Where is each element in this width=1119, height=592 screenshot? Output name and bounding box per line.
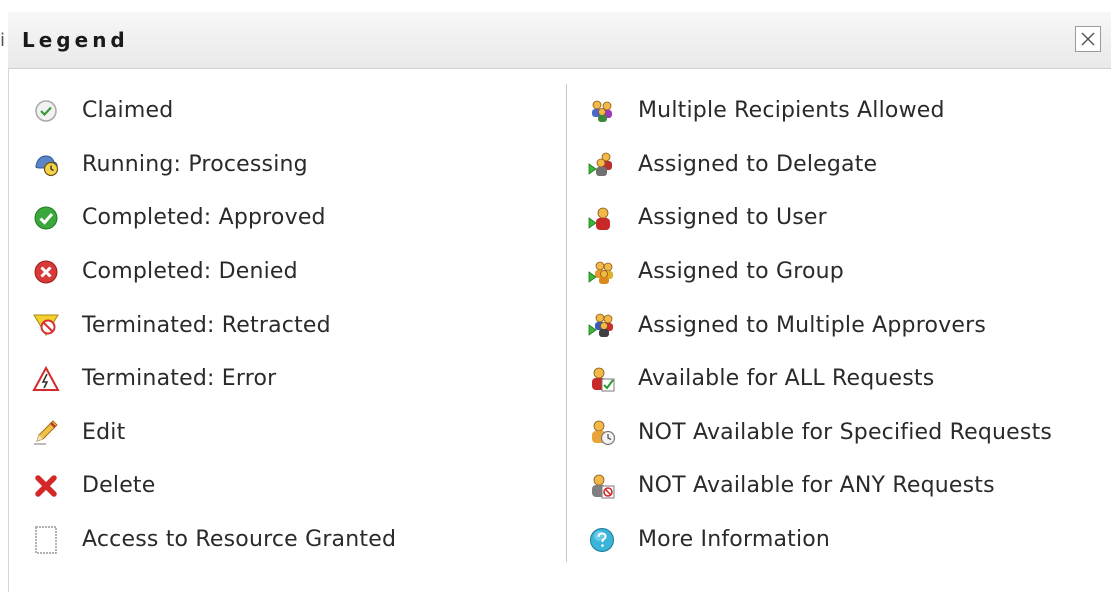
legend-label: NOT Available for ANY Requests (638, 473, 995, 499)
legend-item-delete: Delete (32, 459, 396, 513)
legend-label: NOT Available for Specified Requests (638, 419, 1053, 445)
legend-label: Edit (82, 419, 126, 445)
legend-item-completed-approved: Completed: Approved (32, 191, 396, 245)
legend-label: More Information (638, 527, 831, 553)
legend-label: Available for ALL Requests (638, 366, 935, 392)
legend-label: Terminated: Retracted (82, 312, 331, 338)
legend-right-column: Multiple Recipients Allowed Assigned to … (588, 84, 1052, 566)
assigned-user-icon (588, 204, 616, 232)
legend-item-terminated-retracted: Terminated: Retracted (32, 298, 396, 352)
legend-item-claimed: Claimed (32, 84, 396, 138)
legend-label: Terminated: Error (82, 366, 277, 392)
legend-item-edit: Edit (32, 406, 396, 460)
available-all-icon (588, 365, 616, 393)
close-icon (1081, 32, 1095, 46)
multiple-recipients-icon (588, 97, 616, 125)
not-available-specified-icon (588, 418, 616, 446)
denied-icon (32, 258, 60, 286)
legend-dialog: i Legend Claimed Running: Processing Com… (0, 0, 1119, 592)
dialog-left-border (8, 68, 9, 592)
retracted-icon (32, 311, 60, 339)
legend-item-multiple-recipients: Multiple Recipients Allowed (588, 84, 1052, 138)
legend-label: Delete (82, 473, 156, 499)
access-granted-icon (32, 525, 60, 554)
legend-label: Completed: Approved (82, 205, 326, 231)
legend-item-completed-denied: Completed: Denied (32, 245, 396, 299)
legend-label: Multiple Recipients Allowed (638, 98, 945, 124)
legend-item-running-processing: Running: Processing (32, 138, 396, 192)
delete-icon (32, 472, 60, 500)
legend-label: Assigned to Delegate (638, 151, 878, 177)
legend-label: Completed: Denied (82, 259, 298, 285)
legend-label: Assigned to User (638, 205, 827, 231)
legend-label: Claimed (82, 98, 174, 124)
edit-icon (32, 418, 60, 446)
column-divider (566, 84, 567, 562)
legend-item-more-information: More Information (588, 513, 1052, 567)
error-icon (32, 365, 60, 393)
not-available-any-icon (588, 472, 616, 500)
assigned-multiple-approvers-icon (588, 311, 616, 339)
legend-left-column: Claimed Running: Processing Completed: A… (32, 84, 396, 566)
dialog-header: Legend (8, 12, 1111, 69)
legend-item-available-all: Available for ALL Requests (588, 352, 1052, 406)
running-processing-icon (32, 150, 60, 178)
legend-item-assigned-group: Assigned to Group (588, 245, 1052, 299)
legend-item-not-available-specified: NOT Available for Specified Requests (588, 406, 1052, 460)
dialog-title: Legend (22, 28, 129, 52)
claimed-icon (32, 97, 60, 125)
legend-item-assigned-delegate: Assigned to Delegate (588, 138, 1052, 192)
assigned-delegate-icon (588, 150, 616, 178)
legend-item-terminated-error: Terminated: Error (32, 352, 396, 406)
background-text-fragment: i (0, 30, 6, 51)
legend-label: Assigned to Multiple Approvers (638, 312, 987, 338)
legend-label: Running: Processing (82, 151, 308, 177)
legend-item-assigned-user: Assigned to User (588, 191, 1052, 245)
legend-item-access-granted: Access to Resource Granted (32, 513, 396, 567)
approved-icon (32, 204, 60, 232)
assigned-group-icon (588, 258, 616, 286)
legend-label: Assigned to Group (638, 259, 844, 285)
more-information-icon (588, 526, 616, 554)
legend-label: Access to Resource Granted (82, 527, 397, 553)
close-button[interactable] (1075, 26, 1101, 52)
legend-item-not-available-any: NOT Available for ANY Requests (588, 459, 1052, 513)
legend-item-assigned-multiple-approvers: Assigned to Multiple Approvers (588, 298, 1052, 352)
